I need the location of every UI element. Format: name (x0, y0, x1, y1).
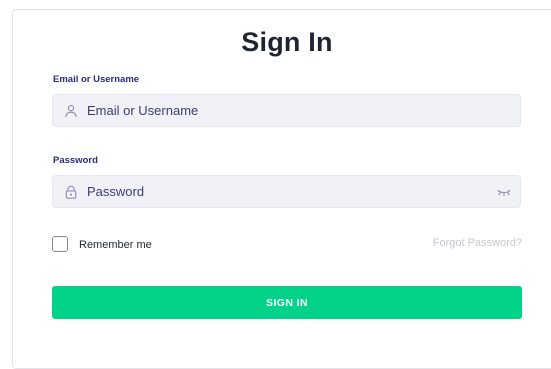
user-icon (65, 105, 77, 118)
sign-in-button[interactable]: SIGN IN (52, 286, 522, 319)
lock-icon (65, 185, 77, 199)
email-input[interactable] (87, 95, 487, 126)
page-title: Sign In (241, 27, 333, 57)
password-input[interactable] (87, 176, 487, 207)
email-label: Email or Username (53, 74, 140, 85)
remember-me-label[interactable]: Remember me (79, 239, 152, 251)
password-label: Password (53, 155, 98, 166)
forgot-password-link[interactable]: Forgot Password? (433, 237, 522, 249)
email-field-container[interactable] (52, 94, 521, 127)
eye-closed-icon[interactable] (497, 187, 511, 197)
password-field-container[interactable] (52, 175, 521, 208)
remember-me-checkbox[interactable] (52, 236, 68, 252)
